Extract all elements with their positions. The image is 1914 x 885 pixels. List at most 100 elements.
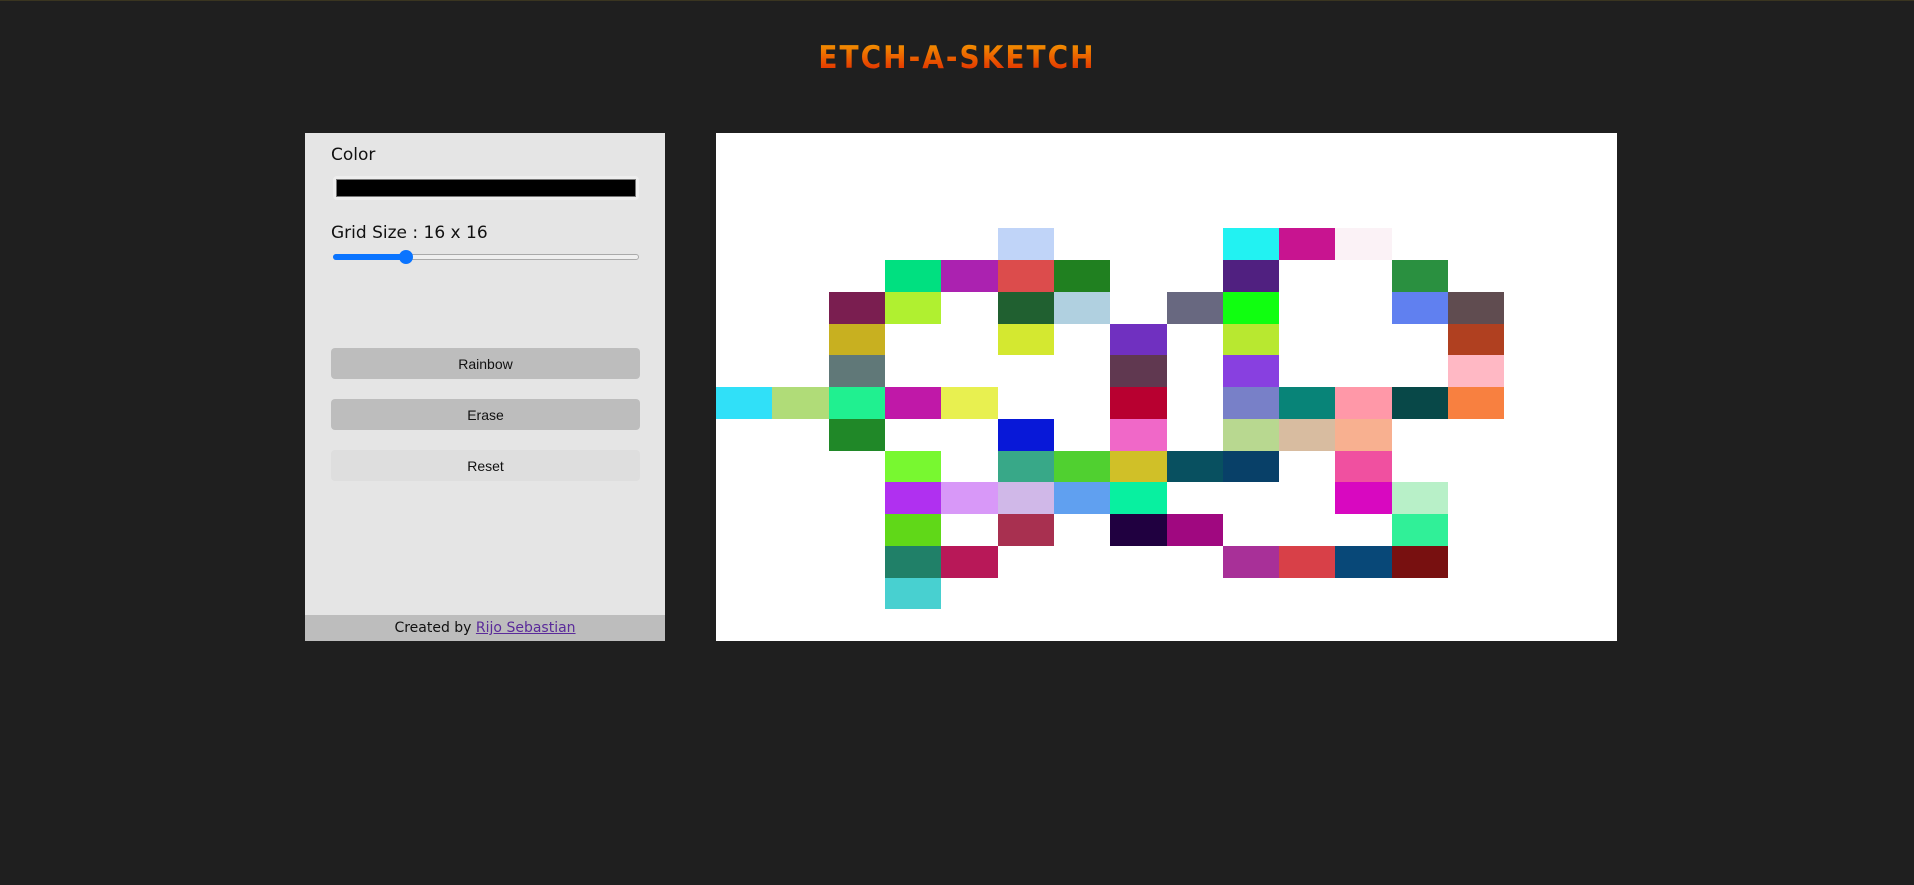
grid-cell[interactable]	[716, 260, 772, 292]
grid-cell[interactable]	[941, 387, 998, 419]
grid-cell[interactable]	[998, 133, 1054, 165]
grid-cell[interactable]	[716, 133, 772, 165]
grid-cell[interactable]	[1053, 450, 1111, 483]
grid-cell[interactable]	[1561, 355, 1617, 387]
grid-cell[interactable]	[998, 165, 1054, 197]
grid-cell[interactable]	[1392, 228, 1448, 260]
grid-cell[interactable]	[1561, 260, 1617, 292]
grid-cell[interactable]	[716, 482, 772, 514]
grid-cell[interactable]	[1279, 133, 1335, 165]
grid-cell[interactable]	[1167, 609, 1223, 641]
grid-cell[interactable]	[1561, 419, 1617, 451]
grid-cell[interactable]	[1110, 133, 1166, 165]
grid-cell[interactable]	[1223, 578, 1279, 610]
grid-cell[interactable]	[1561, 451, 1617, 483]
grid-cell[interactable]	[1561, 133, 1617, 165]
grid-cell[interactable]	[1053, 260, 1111, 292]
grid-cell[interactable]	[829, 514, 885, 546]
grid-cell[interactable]	[1335, 165, 1391, 197]
grid-cell[interactable]	[1448, 419, 1504, 451]
grid-cell[interactable]	[1335, 133, 1391, 165]
grid-cell[interactable]	[1448, 609, 1504, 641]
grid-cell[interactable]	[1504, 482, 1560, 514]
grid-cell[interactable]	[772, 260, 828, 292]
grid-cell[interactable]	[997, 291, 1054, 324]
grid-cell[interactable]	[716, 546, 772, 578]
grid-cell[interactable]	[1279, 482, 1335, 514]
grid-cell[interactable]	[829, 546, 885, 578]
grid-cell[interactable]	[1223, 197, 1279, 229]
grid-cell[interactable]	[1504, 451, 1560, 483]
grid-cell[interactable]	[772, 419, 828, 451]
grid-cell[interactable]	[1053, 291, 1111, 324]
grid-cell[interactable]	[1561, 324, 1617, 356]
grid-cell[interactable]	[1166, 514, 1223, 546]
grid-cell[interactable]	[1110, 546, 1166, 578]
grid-cell[interactable]	[1279, 197, 1335, 229]
grid-cell[interactable]	[1167, 355, 1223, 387]
grid-cell[interactable]	[885, 165, 941, 197]
grid-cell[interactable]	[1054, 133, 1110, 165]
grid-cell[interactable]	[772, 514, 828, 546]
grid-cell[interactable]	[829, 609, 885, 641]
grid-cell[interactable]	[829, 133, 885, 165]
grid-cell[interactable]	[1110, 387, 1167, 419]
author-link[interactable]: Rijo Sebastian	[476, 620, 576, 636]
grid-cell[interactable]	[1561, 387, 1617, 419]
grid-cell[interactable]	[997, 482, 1054, 514]
grid-cell[interactable]	[1392, 419, 1448, 451]
grid-cell[interactable]	[885, 197, 941, 229]
grid-cell[interactable]	[885, 419, 941, 451]
grid-cell[interactable]	[941, 133, 997, 165]
grid-cell[interactable]	[941, 419, 997, 451]
grid-cell[interactable]	[1335, 292, 1391, 324]
grid-cell[interactable]	[1053, 482, 1111, 514]
grid-cell[interactable]	[1222, 450, 1280, 483]
grid-cell[interactable]	[997, 323, 1054, 356]
grid-cell[interactable]	[716, 609, 772, 641]
grid-cell[interactable]	[772, 324, 828, 356]
grid-cell[interactable]	[1561, 197, 1617, 229]
grid-cell[interactable]	[941, 292, 997, 324]
grid-cell[interactable]	[1054, 197, 1110, 229]
grid-cell[interactable]	[1392, 165, 1448, 197]
grid-cell[interactable]	[1504, 228, 1560, 260]
grid-cell[interactable]	[1167, 165, 1223, 197]
grid-cell[interactable]	[1110, 260, 1166, 292]
grid-cell[interactable]	[1167, 228, 1223, 260]
grid-cell[interactable]	[828, 291, 885, 324]
grid-cell[interactable]	[941, 545, 998, 578]
grid-cell[interactable]	[1504, 578, 1560, 610]
grid-cell[interactable]	[1504, 419, 1560, 451]
grid-cell[interactable]	[1054, 578, 1110, 610]
grid-cell[interactable]	[1335, 355, 1391, 387]
color-swatch[interactable]	[336, 179, 636, 197]
grid-cell[interactable]	[1222, 418, 1280, 451]
grid-cell[interactable]	[1391, 514, 1449, 546]
grid-cell[interactable]	[1448, 228, 1504, 260]
grid-cell[interactable]	[1504, 260, 1560, 292]
grid-cell[interactable]	[772, 197, 828, 229]
grid-cell[interactable]	[1391, 545, 1449, 578]
grid-cell[interactable]	[1222, 228, 1280, 260]
grid-cell[interactable]	[884, 260, 942, 292]
grid-cell[interactable]	[1279, 578, 1335, 610]
grid-cell[interactable]	[1110, 165, 1166, 197]
grid-cell[interactable]	[1223, 609, 1279, 641]
grid-cell[interactable]	[1504, 546, 1560, 578]
grid-cell[interactable]	[1392, 355, 1448, 387]
grid-cell[interactable]	[829, 165, 885, 197]
grid-cell[interactable]	[716, 324, 772, 356]
grid-cell[interactable]	[1222, 387, 1280, 419]
grid-cell[interactable]	[716, 292, 772, 324]
grid-cell[interactable]	[1504, 197, 1560, 229]
grid-cell[interactable]	[941, 324, 997, 356]
grid-cell[interactable]	[1391, 482, 1449, 514]
grid-cell[interactable]	[828, 355, 885, 387]
grid-cell[interactable]	[1561, 482, 1617, 514]
grid-cell[interactable]	[1054, 324, 1110, 356]
grid-cell[interactable]	[941, 514, 997, 546]
grid-cell[interactable]	[884, 450, 942, 483]
grid-cell[interactable]	[1167, 546, 1223, 578]
grid-cell[interactable]	[1110, 197, 1166, 229]
